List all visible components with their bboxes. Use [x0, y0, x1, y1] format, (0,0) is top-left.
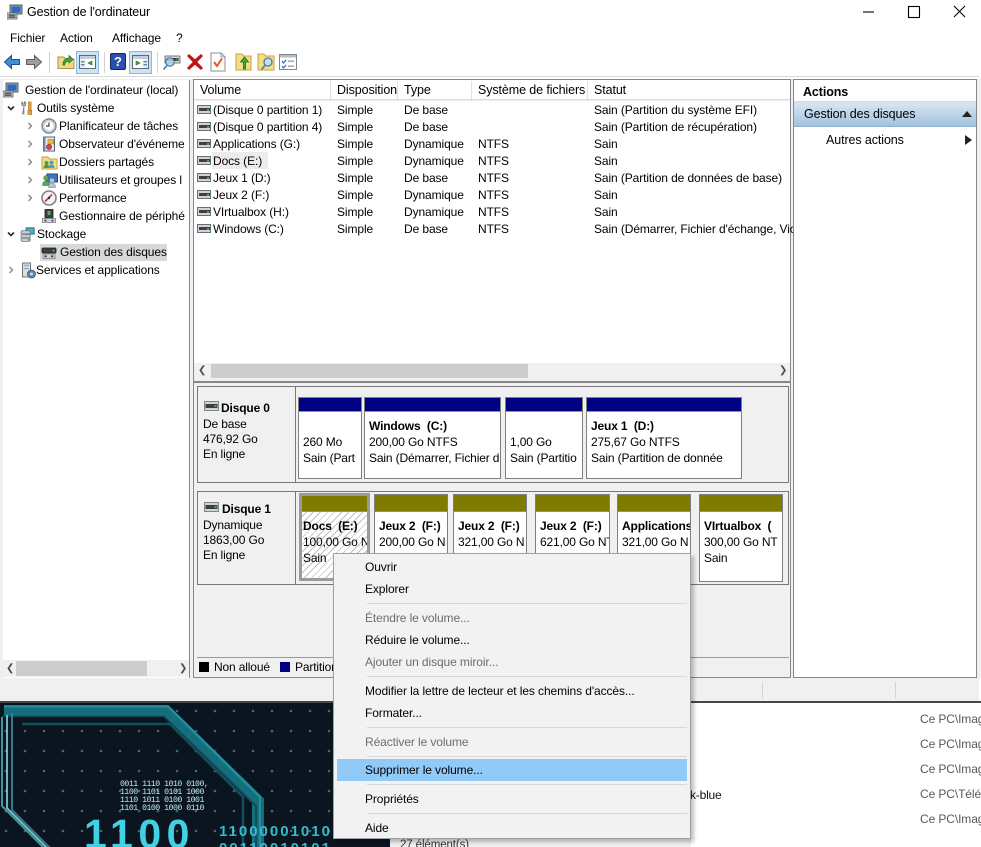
svg-text:1100: 1100 [84, 811, 195, 847]
svg-text:110000010101: 110000010101 [219, 823, 342, 840]
svg-text:?: ? [114, 54, 122, 69]
